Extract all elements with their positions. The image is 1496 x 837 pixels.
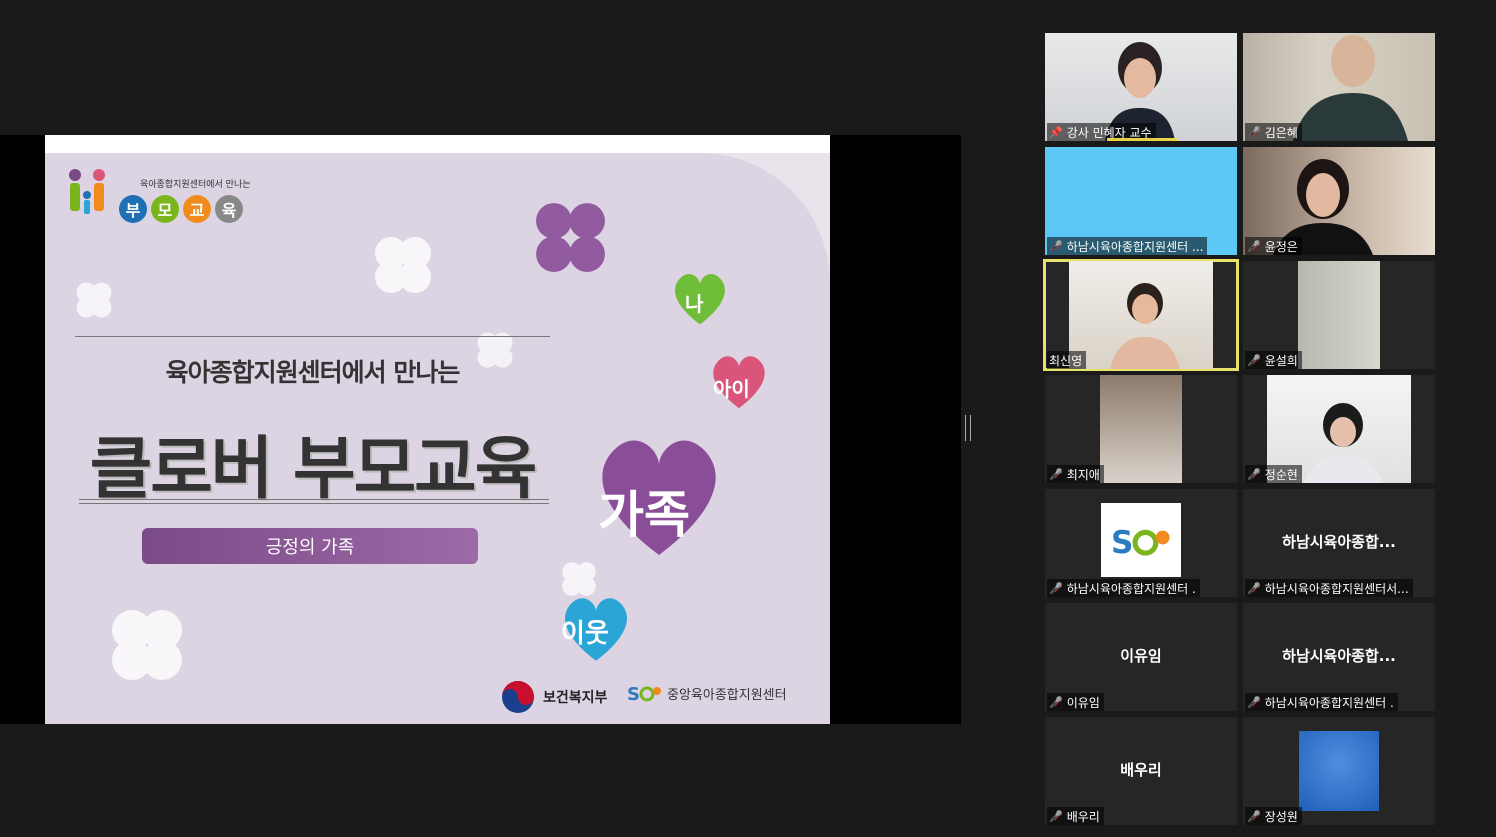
muted-mic-icon: 🎤̸ — [1247, 809, 1261, 823]
title-rule-top — [75, 336, 550, 337]
participant-name: 윤정은 — [1264, 239, 1298, 254]
clover-decoration-icon — [76, 282, 112, 318]
muted-mic-icon: 🎤̸ — [1247, 581, 1261, 595]
purple-clover-icon — [536, 203, 605, 272]
family-logo-icon — [69, 169, 105, 214]
participant-name: 하남시육아종합지원센터서... — [1264, 581, 1409, 596]
participant-name: 배우리 — [1066, 809, 1100, 824]
muted-mic-icon: 🎤̸ — [1049, 695, 1063, 709]
participant-name-label: 🎤̸ 하남시육아종합지원센터 ... — [1047, 237, 1208, 255]
muted-mic-icon: 🎤̸ — [1247, 353, 1261, 367]
brand-char: 교 — [183, 195, 211, 223]
participant-name: 하남시육아종합지원센터 . — [1066, 581, 1196, 596]
svg-text:S: S — [1111, 525, 1133, 560]
panel-resize-handle[interactable] — [965, 415, 971, 441]
pin-icon: 📌 — [1049, 125, 1063, 139]
participant-tile[interactable]: 하남시육아종합... 🎤̸ 하남시육아종합지원센터 . — [1243, 603, 1435, 711]
center-logo-icon: S — [1111, 525, 1170, 560]
participant-name: 장성원 — [1264, 809, 1298, 824]
participant-tile[interactable]: 🎤̸ 최지애 — [1045, 375, 1237, 483]
title-rule-bottom — [79, 499, 549, 504]
active-speaker-indicator — [1107, 138, 1177, 141]
muted-mic-icon: 🎤̸ — [1247, 467, 1261, 481]
participant-name-label: 🎤̸ 이유임 — [1047, 693, 1104, 711]
participant-tile[interactable]: 🎤̸ 하남시육아종합지원센터 ... — [1045, 147, 1237, 255]
participant-tile[interactable]: 🎤̸ 장성원 — [1243, 717, 1435, 825]
participant-video — [1299, 731, 1379, 811]
svg-text:S: S — [627, 684, 640, 704]
participant-name-label: 🎤̸ 최지애 — [1047, 465, 1104, 483]
person-silhouette-icon — [1110, 283, 1180, 369]
participant-name-label: 🎤̸ 하남시육아종합지원센터서... — [1245, 579, 1413, 597]
slide-topic-pill: 긍정의 가족 — [142, 528, 478, 564]
brand-char: 모 — [151, 195, 179, 223]
participant-video — [1298, 261, 1380, 369]
participant-name-label: 🎤̸ 장성원 — [1245, 807, 1302, 825]
participant-tile[interactable]: 🎤̸ 정순현 — [1243, 375, 1435, 483]
taegeuk-icon — [502, 681, 534, 713]
slide-title: 클로버 부모교육 — [89, 430, 538, 509]
footer-ministry-text: 보건복지부 — [543, 690, 608, 706]
heart-label-family: 가족 — [598, 486, 690, 544]
brand-subtitle: 육아종합지원센터에서 만나는 — [140, 180, 251, 190]
slide-subtitle: 육아종합지원센터에서 만나는 — [165, 358, 461, 387]
footer-center: S 중앙육아종합지원센터 — [627, 682, 787, 704]
participant-name-label: 🎤̸ 윤설희 — [1245, 351, 1302, 369]
muted-mic-icon: 🎤̸ — [1049, 467, 1063, 481]
brand-title: 부 모 교 육 — [119, 195, 243, 223]
participant-display-name: 하남시육아종합... — [1282, 647, 1396, 665]
participant-name: 하남시육아종합지원센터 ... — [1066, 239, 1204, 254]
participant-tile[interactable]: 하남시육아종합... 🎤̸ 하남시육아종합지원센터서... — [1243, 489, 1435, 597]
participant-name: 윤설희 — [1264, 353, 1298, 368]
muted-mic-icon: 🎤̸ — [1247, 695, 1261, 709]
participant-name-label: 최신영 — [1047, 351, 1087, 369]
heart-label-na: 나 — [685, 292, 704, 316]
person-silhouette-icon — [1303, 403, 1383, 483]
clover-decoration-icon — [112, 610, 182, 680]
brand-char: 부 — [119, 195, 147, 223]
participant-tile[interactable]: 🎤̸ 윤정은 — [1243, 147, 1435, 255]
participant-name-label: 🎤̸ 하남시육아종합지원센터 . — [1047, 579, 1200, 597]
participant-name-label: 🎤̸ 윤정은 — [1245, 237, 1302, 255]
center-logo-icon: S — [627, 684, 661, 704]
participant-tile[interactable]: 🎤̸ 윤설희 — [1243, 261, 1435, 369]
participant-display-name: 배우리 — [1120, 761, 1162, 779]
participant-name: 하남시육아종합지원센터 . — [1264, 695, 1394, 710]
participant-name: 정순현 — [1264, 467, 1298, 482]
muted-mic-icon: 🎤̸ — [1247, 239, 1261, 253]
participant-name-label: 🎤̸ 배우리 — [1047, 807, 1104, 825]
slide-top-band — [45, 135, 830, 153]
participant-name-label: 🎤̸ 김은혜 — [1245, 123, 1302, 141]
participant-name: 최지애 — [1066, 467, 1100, 482]
muted-mic-icon: 🎤̸ — [1049, 239, 1063, 253]
footer-ministry: 보건복지부 — [501, 680, 607, 714]
brand-char: 육 — [215, 195, 243, 223]
participant-display-name: 이유임 — [1120, 647, 1162, 665]
heart-label-neighbor: 이웃 — [561, 619, 609, 649]
participant-name: 최신영 — [1049, 353, 1083, 368]
person-silhouette-icon — [1293, 35, 1408, 141]
muted-mic-icon: 🎤̸ — [1247, 125, 1261, 139]
muted-mic-icon: 🎤̸ — [1049, 581, 1063, 595]
footer-center-text: 중앙육아종합지원센터 — [667, 687, 787, 703]
participant-name-label: 🎤̸ 정순현 — [1245, 465, 1302, 483]
participant-name-label: 🎤̸ 하남시육아종합지원센터 . — [1245, 693, 1398, 711]
participant-tile[interactable]: 📌 강사 민혜자 교수 — [1045, 33, 1237, 141]
participant-tile[interactable]: 최신영 — [1043, 259, 1239, 371]
clover-decoration-icon — [375, 237, 431, 293]
participant-tile[interactable]: 🎤̸ 김은혜 — [1243, 33, 1435, 141]
presentation-slide: 육아종합지원센터에서 만나는 부 모 교 육 육아종합지원센터에서 만나는 클로… — [45, 135, 830, 724]
heart-label-ai: 아이 — [713, 377, 750, 401]
participant-tile[interactable]: S 🎤̸ 하남시육아종합지원센터 . — [1045, 489, 1237, 597]
participant-tile[interactable]: 이유임 🎤̸ 이유임 — [1045, 603, 1237, 711]
muted-mic-icon: 🎤̸ — [1049, 809, 1063, 823]
participant-tile[interactable]: 배우리 🎤̸ 배우리 — [1045, 717, 1237, 825]
participant-name: 김은혜 — [1264, 125, 1298, 140]
participant-name: 이유임 — [1066, 695, 1100, 710]
participant-display-name: 하남시육아종합... — [1282, 533, 1396, 551]
participant-video — [1100, 375, 1182, 483]
